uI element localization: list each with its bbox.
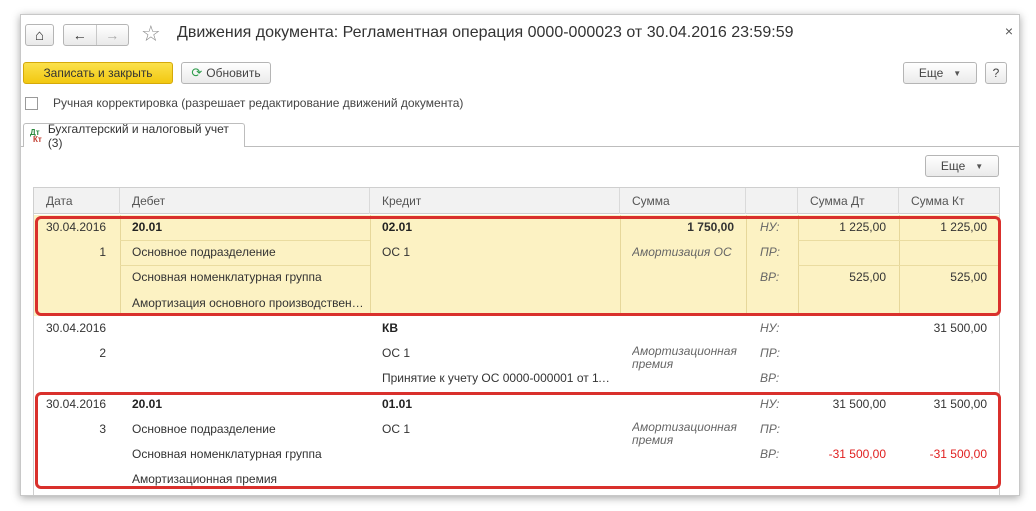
type-pr: ПР:: [760, 245, 780, 259]
divider: [620, 291, 621, 316]
summa-kt-nu: 1 225,00: [940, 220, 987, 234]
debet-account: 20.01: [132, 220, 163, 234]
type-pr: ПР:: [760, 422, 780, 436]
divider: [798, 240, 999, 241]
type-nu: НУ:: [760, 321, 780, 335]
arrow-left-icon: ←: [72, 27, 87, 43]
forward-button[interactable]: →: [96, 25, 128, 45]
kredit-account: КВ: [382, 321, 398, 335]
divider: [746, 215, 747, 291]
grid-more-button[interactable]: Еще ▼: [925, 155, 999, 177]
type-vr: ВР:: [760, 447, 780, 461]
divider: [120, 291, 121, 316]
more-label: Еще: [940, 159, 966, 173]
column-header-debet[interactable]: Дебет: [120, 188, 370, 214]
summa-dt-vr: -31 500,00: [828, 447, 886, 461]
column-header-kredit[interactable]: Кредит: [370, 188, 620, 214]
type-pr: ПР:: [760, 346, 780, 360]
debet-subconto-1: Основное подразделение: [132, 422, 276, 436]
more-actions-button[interactable]: Еще ▼: [903, 62, 977, 84]
navigation-buttons: ← →: [63, 24, 129, 46]
entry-date: 30.04.2016: [46, 397, 107, 411]
entry-content: Амортизационная премия: [632, 420, 737, 447]
debet-subconto-2: Основная номенклатурная группа: [132, 447, 322, 461]
kredit-account: 02.01: [382, 220, 413, 234]
summa-dt-nu: 31 500,00: [832, 397, 886, 411]
summa-kt-vr: 525,00: [950, 270, 987, 284]
divider: [370, 215, 371, 291]
column-header-date[interactable]: Дата: [34, 188, 120, 214]
table-row[interactable]: 30.04.2016 2 КВ ОС 1 Принятие к учету ОС…: [34, 316, 999, 392]
column-header-type: [746, 188, 798, 214]
table-row[interactable]: 30.04.2016 3 20.01 Основное подразделени…: [34, 392, 999, 492]
column-header-summa-kt[interactable]: Сумма Кт: [899, 188, 999, 214]
entry-content: Амортизация ОС: [632, 245, 732, 259]
kredit-subconto-1: ОС 1: [382, 346, 411, 360]
column-header-summa[interactable]: Сумма: [620, 188, 746, 214]
divider: [899, 291, 900, 316]
chevron-down-icon: ▼: [975, 161, 984, 171]
type-vr: ВР:: [760, 270, 780, 284]
divider: [746, 291, 747, 316]
entry-content: Амортизационная премия: [632, 344, 737, 371]
kredit-account: 01.01: [382, 397, 413, 411]
summa-kt-nu: 31 500,00: [933, 397, 987, 411]
more-label: Еще: [918, 66, 944, 80]
debet-subconto-2: Основная номенклатурная группа: [132, 270, 322, 284]
divider: [620, 215, 621, 291]
tab-label: Бухгалтерский и налоговый учет (3): [47, 121, 229, 150]
kredit-subconto-1: ОС 1: [382, 422, 411, 436]
back-button[interactable]: ←: [64, 25, 96, 45]
summa-kt-vr: -31 500,00: [929, 447, 987, 461]
entries-table: Дата Дебет Кредит Сумма Сумма Дт Сумма К…: [33, 187, 1000, 495]
title-bar: ⌂ ← → ☆ Движения документа: Регламентная…: [21, 15, 1019, 53]
debet-subconto-3: Амортизационная премия: [132, 472, 278, 486]
debet-account: 20.01: [132, 397, 163, 411]
kredit-subconto-1: ОС 1: [382, 245, 411, 259]
type-vr: ВР:: [760, 371, 780, 385]
chevron-down-icon: ▼: [953, 68, 962, 78]
divider: [370, 291, 371, 316]
debet-subconto-1: Основное подразделение: [132, 245, 276, 259]
window-title: Движения документа: Регламентная операци…: [177, 24, 794, 41]
home-icon: ⌂: [34, 26, 45, 44]
manual-edit-label: Ручная корректировка (разрешает редактир…: [53, 96, 464, 110]
help-button[interactable]: ?: [985, 62, 1007, 84]
entry-number: 2: [99, 346, 106, 360]
entry-number: 3: [99, 422, 106, 436]
favorite-star-icon[interactable]: ☆: [141, 21, 161, 47]
refresh-icon: ⟳: [191, 65, 203, 80]
entry-date: 30.04.2016: [46, 220, 107, 234]
type-nu: НУ:: [760, 397, 780, 411]
document-movements-window: ⌂ ← → ☆ Движения документа: Регламентная…: [20, 14, 1020, 496]
divider: [798, 291, 799, 316]
home-button[interactable]: ⌂: [25, 24, 54, 46]
divider: [120, 215, 121, 291]
table-header: Дата Дебет Кредит Сумма Сумма Дт Сумма К…: [34, 188, 999, 214]
entry-number: 1: [99, 245, 106, 259]
column-header-summa-dt[interactable]: Сумма Дт: [798, 188, 899, 214]
divider: [899, 215, 900, 291]
type-nu: НУ:: [760, 220, 780, 234]
tab-accounting-tax[interactable]: Дт Кт Бухгалтерский и налоговый учет (3): [23, 121, 245, 150]
entry-date: 30.04.2016: [46, 321, 107, 335]
dt-kt-icon: Дт Кт: [30, 127, 42, 144]
divider: [798, 215, 799, 291]
close-icon[interactable]: ×: [1005, 23, 1013, 39]
table-row-continuation: Амортизация основного производственн...: [34, 291, 999, 316]
debet-subconto-3: Амортизация основного производственн...: [132, 296, 366, 310]
entry-sum: 1 750,00: [687, 220, 734, 234]
summa-dt-nu: 1 225,00: [839, 220, 886, 234]
refresh-label: Обновить: [206, 66, 261, 80]
manual-edit-checkbox[interactable]: [25, 97, 38, 110]
kredit-subconto-2: Принятие к учету ОС 0000-000001 от 11...…: [382, 371, 616, 385]
refresh-button[interactable]: ⟳ Обновить: [181, 62, 271, 84]
arrow-right-icon: →: [105, 27, 120, 43]
summa-kt-nu: 31 500,00: [933, 321, 987, 335]
table-row[interactable]: 30.04.2016 1 20.01 Основное подразделени…: [34, 215, 999, 291]
save-and-close-button[interactable]: Записать и закрыть: [23, 62, 173, 84]
summa-dt-vr: 525,00: [849, 270, 886, 284]
